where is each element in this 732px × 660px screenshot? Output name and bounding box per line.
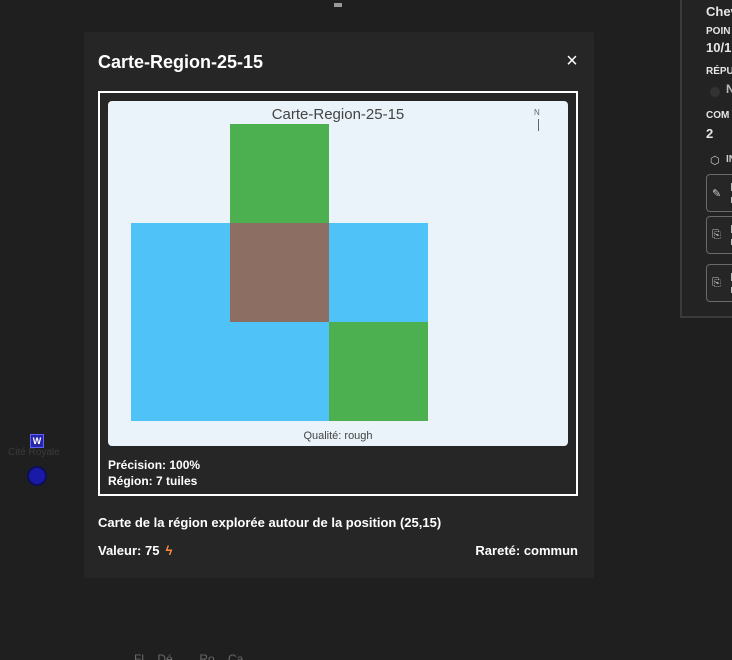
region-text: Région: 7 tuiles xyxy=(108,474,198,488)
reputation-label: RÉPU xyxy=(706,66,732,77)
pencil-icon: ✎ xyxy=(712,188,722,200)
inventory-item-2[interactable]: ⎘ xyxy=(706,216,732,254)
map-caption: Carte-Region-25-15 xyxy=(271,106,405,123)
lightning-icon: ϟ xyxy=(165,543,173,558)
item-detail-modal: Carte-Region-25-15 × Carte-Region-25-15 … xyxy=(84,32,594,578)
cube-icon: ⬡ xyxy=(710,155,720,167)
inventory-item-3[interactable]: ⎘ xyxy=(706,264,732,302)
map-tile-brown xyxy=(230,223,329,322)
city-label: Cité Royale xyxy=(8,447,60,458)
reputation-dot xyxy=(710,87,720,97)
map-quality: Qualité: rough xyxy=(303,430,373,442)
inventory-label: IN xyxy=(726,154,732,165)
comp-label: COM xyxy=(706,110,730,121)
inventory-item-1[interactable]: ✎ xyxy=(706,174,732,212)
close-button[interactable]: × xyxy=(562,51,582,71)
map-tile-blue xyxy=(329,223,428,322)
modal-title: Carte-Region-25-15 xyxy=(98,52,264,72)
map-tile-blue xyxy=(131,322,230,421)
player-marker[interactable] xyxy=(27,466,47,486)
value-text: Valeur: 75 xyxy=(98,543,160,558)
character-side-panel: Chev POIN 10/1 RÉPU N COM 2 ⬡ IN ✎ ⎘ ⎘ xyxy=(680,0,732,318)
region-map-image: Carte-Region-25-15 N Qualité: rough xyxy=(108,101,568,446)
comp-value: 2 xyxy=(706,126,714,141)
map-tile-blue xyxy=(230,322,329,421)
compass-north-icon: N xyxy=(534,108,540,117)
item-rarity: Rareté: commun xyxy=(475,543,578,558)
scroll-icon: ⎘ xyxy=(712,229,721,241)
top-marker xyxy=(334,3,342,7)
points-value: 10/1 xyxy=(706,40,732,55)
scroll-icon: ⎘ xyxy=(712,277,721,289)
character-name: Chev xyxy=(706,4,732,19)
reputation-value: N xyxy=(726,82,732,96)
map-tile-green xyxy=(230,124,329,223)
bottom-legend: Fl... Dé... ... Ro... Ca... xyxy=(134,652,254,660)
precision-text: Précision: 100% xyxy=(108,458,201,472)
compass-needle xyxy=(538,119,539,131)
game-screen: Chev POIN 10/1 RÉPU N COM 2 ⬡ IN ✎ ⎘ ⎘ W… xyxy=(0,0,732,660)
item-value: Valeur: 75 ϟ xyxy=(98,543,172,558)
city-badge[interactable]: W xyxy=(30,434,44,448)
points-label: POIN xyxy=(706,26,731,37)
map-tile-green xyxy=(329,322,428,421)
map-frame: Carte-Region-25-15 N Qualité: rough Préc… xyxy=(98,91,578,496)
map-tile-blue xyxy=(131,223,230,322)
item-description: Carte de la région explorée autour de la… xyxy=(98,515,442,530)
